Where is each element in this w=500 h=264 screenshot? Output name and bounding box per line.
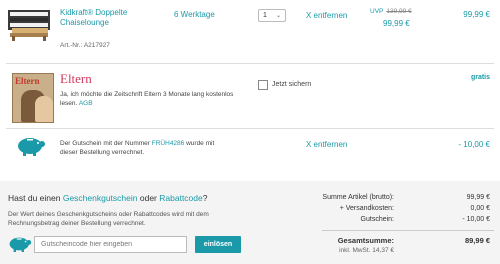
discount-code-link[interactable]: Rabattcode bbox=[159, 193, 202, 203]
product-image[interactable] bbox=[6, 6, 52, 42]
remove-voucher-button[interactable]: X entfernen bbox=[306, 140, 347, 149]
redeem-question: Hast du einen Geschenkgutschein oder Rab… bbox=[8, 193, 207, 203]
voucher-line-amount: - 10,00 € bbox=[458, 140, 490, 149]
voucher-code: FRÜH4286 bbox=[151, 140, 185, 147]
row-divider bbox=[6, 63, 494, 64]
remove-product-button[interactable]: X entfernen bbox=[306, 11, 347, 20]
quantity-value: 1 bbox=[263, 12, 267, 19]
product-name-link[interactable]: Kidkraft® Doppelte Chaiselounge bbox=[60, 8, 150, 28]
redeem-question-middle: oder bbox=[139, 193, 157, 203]
total-value: 89,99 € bbox=[464, 236, 490, 245]
product-line-total: 99,99 € bbox=[463, 10, 490, 19]
row-divider bbox=[6, 128, 494, 129]
total-label: Gesamtsumme: bbox=[337, 236, 394, 245]
magazine-price: gratis bbox=[470, 74, 490, 81]
voucher-value: - 10,00 € bbox=[462, 216, 490, 223]
voucher-label: Gutschein: bbox=[360, 216, 394, 223]
piggy-bank-icon bbox=[8, 234, 32, 259]
magazine-checkbox-label[interactable]: Jetzt sichern bbox=[272, 81, 311, 88]
voucher-code-input[interactable] bbox=[34, 236, 187, 253]
redeem-question-prefix: Hast du einen bbox=[8, 193, 61, 203]
shipping-label: + Versandkosten: bbox=[339, 205, 394, 212]
chevron-down-icon: ⌄ bbox=[275, 13, 281, 19]
redeem-info-text: Der Wert deines Geschenkgutscheins oder … bbox=[8, 211, 209, 227]
article-number: Art.-Nr.: A217927 bbox=[60, 42, 110, 49]
voucher-applied-text: Der Gutschein mit der Nummer FRÜH4286 wu… bbox=[60, 139, 230, 157]
piggy-bank-icon bbox=[16, 135, 46, 162]
subtotal-label: Summe Artikel (brutto): bbox=[322, 194, 394, 201]
magazine-cover-image: Eltern bbox=[12, 73, 54, 123]
redeem-question-suffix: ? bbox=[202, 193, 208, 203]
vat-label: inkl. MwSt. 14,37 € bbox=[339, 247, 394, 254]
summary-divider bbox=[322, 230, 494, 231]
uvp-price: UVP 139,99 € bbox=[370, 8, 412, 15]
agb-link[interactable]: AGB bbox=[79, 100, 93, 107]
magazine-brand: Eltern bbox=[60, 71, 92, 86]
magazine-offer-text: Ja, ich möchte die Zeitschrift Eltern 3 … bbox=[60, 90, 250, 108]
redeem-button[interactable]: einlösen bbox=[195, 236, 241, 253]
subtotal-value: 99,99 € bbox=[466, 194, 490, 201]
voucher-text-prefix: Der Gutschein mit der Nummer bbox=[60, 140, 150, 147]
gift-voucher-link[interactable]: Geschenkgutschein bbox=[63, 193, 138, 203]
uvp-old-price: 139,99 € bbox=[386, 8, 412, 15]
uvp-label: UVP bbox=[370, 8, 384, 15]
delivery-time: 6 Werktage bbox=[174, 10, 215, 19]
product-sale-price: 99,99 € bbox=[383, 19, 410, 28]
shipping-value: 0,00 € bbox=[470, 205, 490, 212]
quantity-select[interactable]: 1 ⌄ bbox=[258, 9, 286, 22]
magazine-checkbox[interactable] bbox=[258, 80, 268, 90]
magazine-cover-title: Eltern bbox=[15, 76, 40, 86]
